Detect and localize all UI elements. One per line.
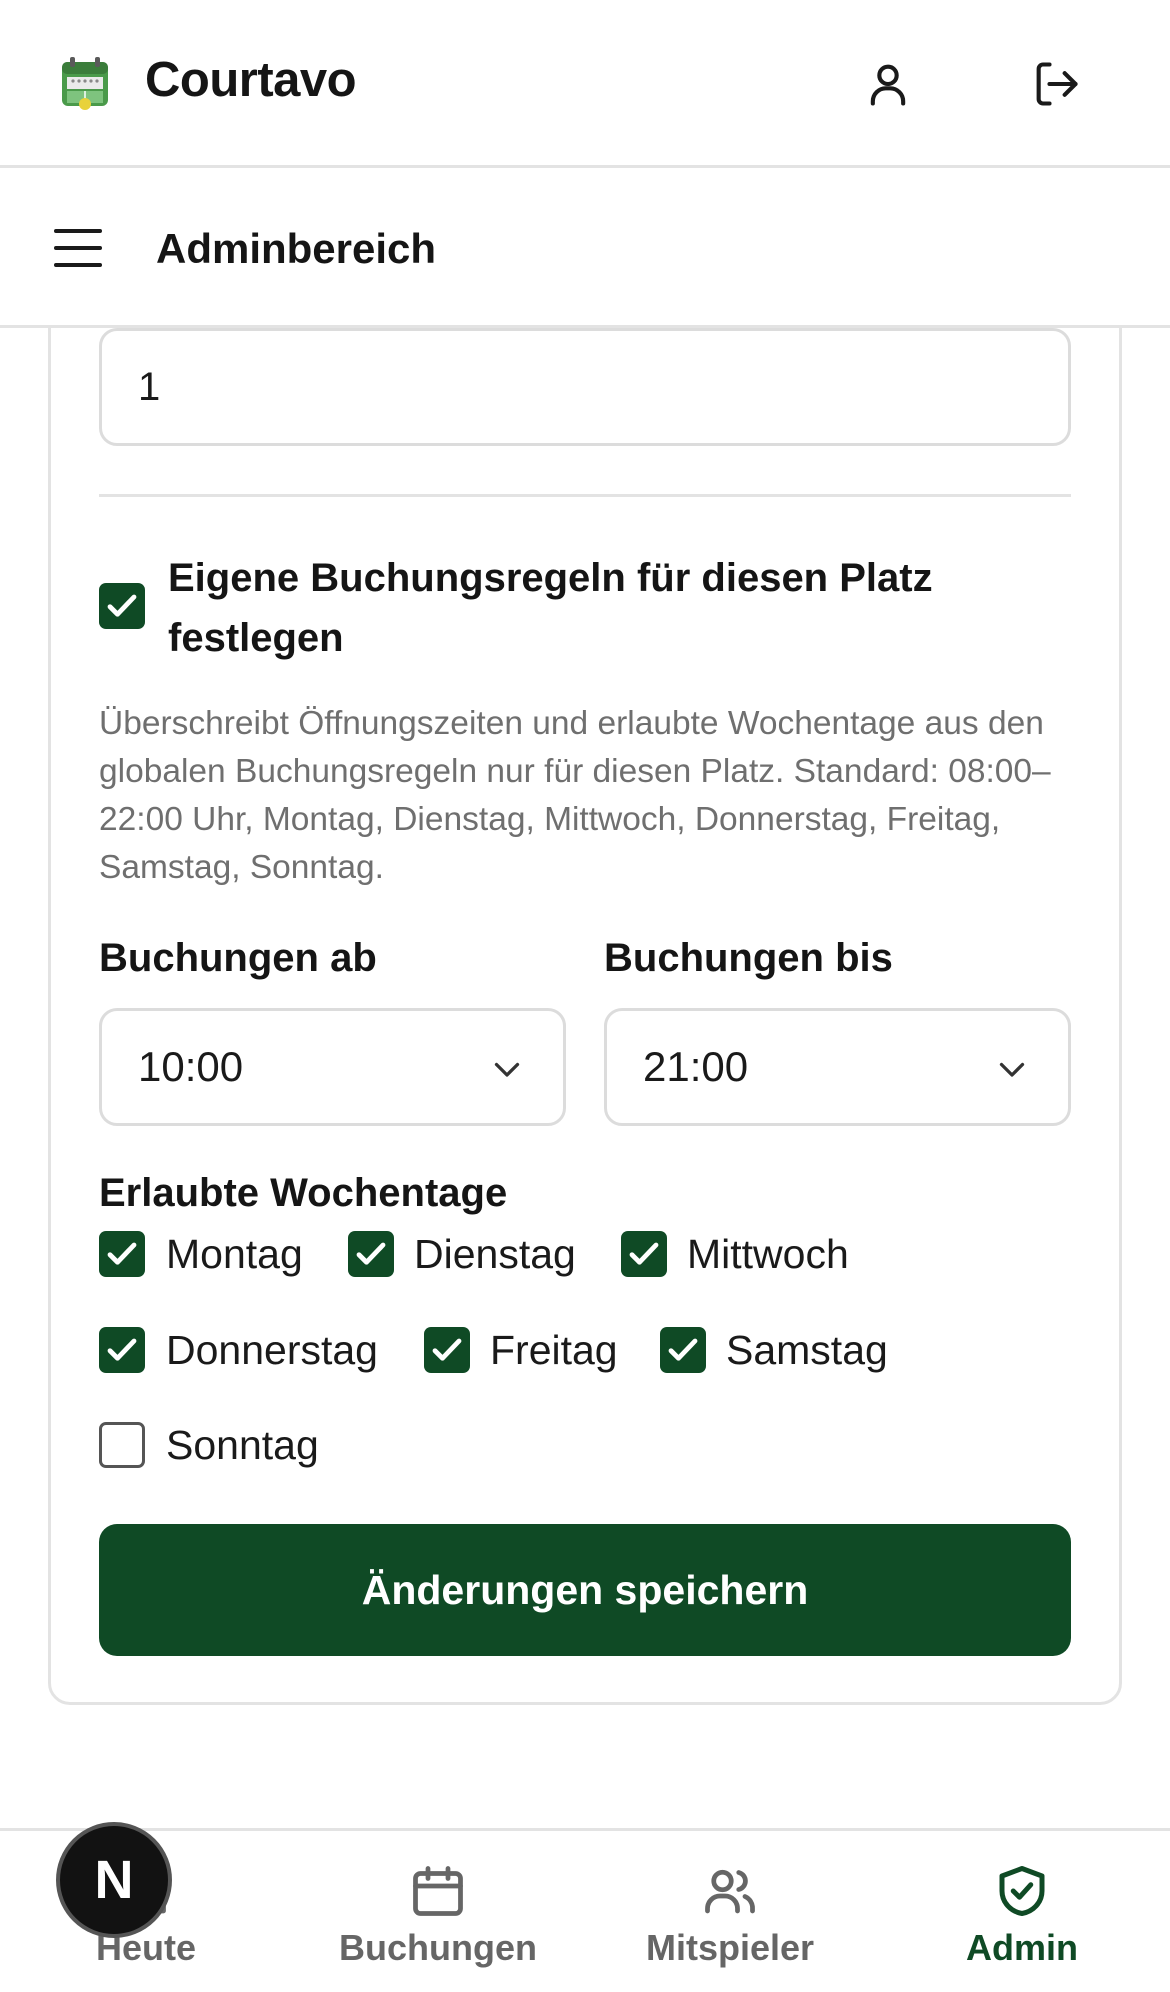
custom-rules-help-text: Überschreibt Öffnungszeiten und erlaubte…	[99, 705, 1051, 886]
chevron-down-icon	[999, 1062, 1025, 1077]
user-icon[interactable]	[862, 58, 914, 110]
number-input[interactable]: 1	[99, 328, 1071, 446]
nav-label-admin: Admin	[966, 1927, 1078, 1968]
weekday-checkbox-mittwoch[interactable]	[621, 1231, 667, 1277]
weekday-label-freitag: Freitag	[490, 1327, 618, 1373]
from-time-value: 10:00	[138, 1043, 244, 1090]
app-name: Courtavo	[145, 53, 357, 107]
top-header: Courtavo	[0, 0, 1170, 168]
nav-item-mitspieler[interactable]: Mitspieler	[584, 1831, 876, 1992]
nav-label-mitspieler: Mitspieler	[645, 1927, 815, 1968]
weekday-checkbox-montag[interactable]	[99, 1231, 145, 1277]
from-label: Buchungen ab	[99, 936, 377, 980]
custom-rules-label: Eigene Buchungsregeln für diesen Platz f…	[168, 556, 933, 660]
to-time-select[interactable]: 21:00	[604, 1008, 1071, 1126]
logout-icon[interactable]	[1030, 58, 1082, 110]
weekday-label-montag: Montag	[166, 1231, 303, 1277]
custom-rules-checkbox[interactable]	[99, 583, 145, 629]
shield-check-icon	[992, 1861, 1052, 1921]
dev-tools-badge[interactable]: N	[56, 1822, 172, 1938]
weekday-label-sonntag: Sonntag	[166, 1422, 319, 1468]
page-title: Adminbereich	[156, 225, 437, 272]
save-button[interactable]: Änderungen speichern	[99, 1524, 1071, 1656]
from-time-select[interactable]: 10:00	[99, 1008, 566, 1126]
bottom-navigation: Heute Buchungen Mitspieler Admin	[0, 1828, 1170, 1992]
calendar-icon	[408, 1861, 468, 1921]
nav-label-buchungen: Buchungen	[339, 1927, 537, 1968]
nav-item-buchungen[interactable]: Buchungen	[292, 1831, 584, 1992]
to-time-value: 21:00	[643, 1043, 749, 1090]
weekday-checkbox-donnerstag[interactable]	[99, 1327, 145, 1373]
weekday-checkbox-dienstag[interactable]	[348, 1231, 394, 1277]
calendar-court-logo-icon	[58, 56, 112, 112]
weekday-label-samstag: Samstag	[726, 1327, 888, 1373]
to-label: Buchungen bis	[604, 936, 893, 980]
weekdays-label: Erlaubte Wochentage	[99, 1171, 508, 1215]
weekday-checkbox-sonntag[interactable]	[99, 1422, 145, 1468]
weekday-label-mittwoch: Mittwoch	[687, 1231, 849, 1277]
divider	[99, 494, 1071, 497]
chevron-down-icon	[494, 1062, 520, 1077]
hamburger-menu-icon[interactable]	[52, 222, 104, 274]
nav-item-admin[interactable]: Admin	[876, 1831, 1168, 1992]
users-icon	[700, 1861, 760, 1921]
weekday-checkbox-samstag[interactable]	[660, 1327, 706, 1373]
weekday-checkbox-freitag[interactable]	[424, 1327, 470, 1373]
weekday-label-donnerstag: Donnerstag	[166, 1327, 378, 1373]
weekday-label-dienstag: Dienstag	[414, 1231, 576, 1277]
